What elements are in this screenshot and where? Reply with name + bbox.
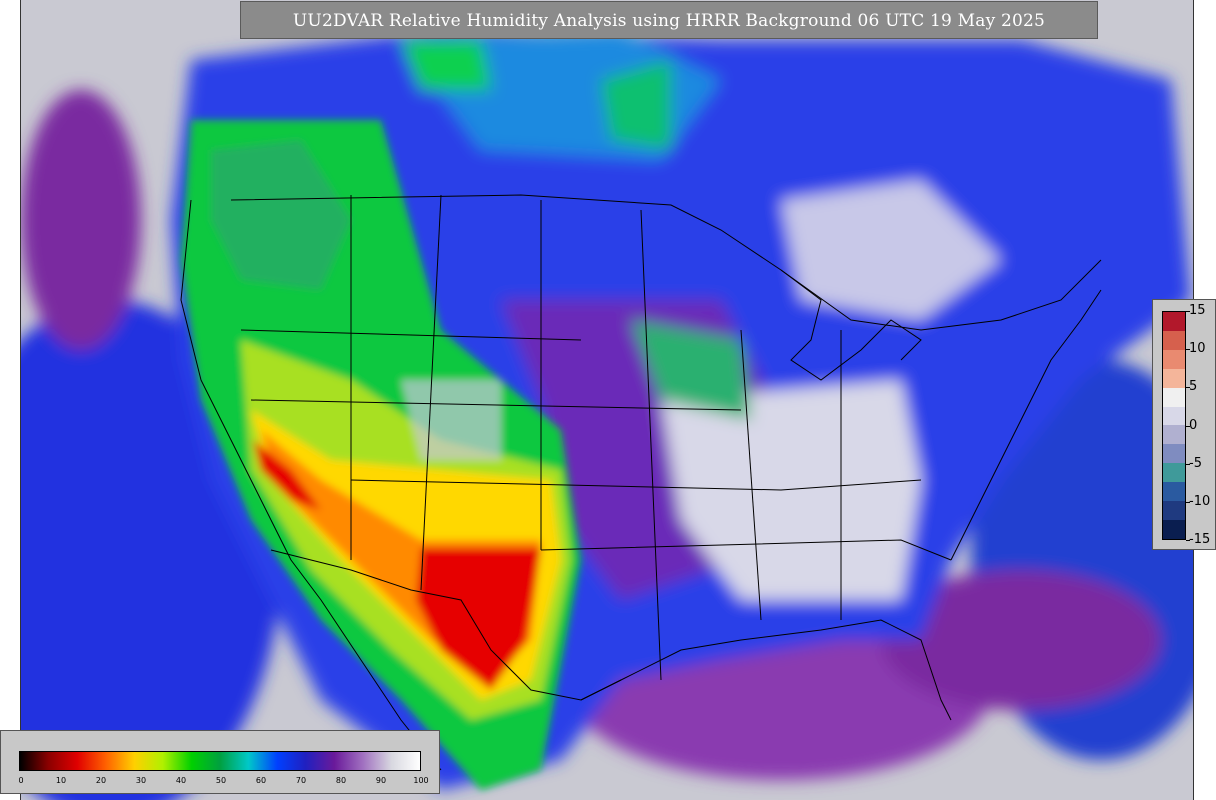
analysis-tick-label: 70 bbox=[295, 776, 307, 785]
increment-swatch bbox=[1163, 368, 1185, 388]
increment-tick-label: -15 bbox=[1189, 532, 1211, 547]
analysis-tick-label: 20 bbox=[95, 776, 107, 785]
increment-swatch bbox=[1163, 425, 1185, 445]
analysis-tick-label: 30 bbox=[135, 776, 147, 785]
increment-swatch bbox=[1163, 519, 1185, 539]
humidity-map bbox=[20, 0, 1194, 800]
increment-tick bbox=[1186, 540, 1190, 541]
analysis-tick-label: 50 bbox=[215, 776, 227, 785]
analysis-tick-label: 40 bbox=[175, 776, 187, 785]
analysis-tick-label: 90 bbox=[375, 776, 387, 785]
analysis-tick-label: 100 bbox=[413, 776, 429, 785]
analysis-tick-label: 10 bbox=[55, 776, 67, 785]
increment-tick-label: 15 bbox=[1189, 303, 1206, 318]
analysis-tick-label: 0 bbox=[18, 776, 24, 785]
increment-swatch bbox=[1163, 444, 1185, 464]
analysis-colorbar: 0 10 20 30 40 50 60 70 80 90 100 bbox=[0, 730, 440, 794]
increment-colorbar: 15 10 5 0 -5 -10 -15 bbox=[1152, 299, 1216, 550]
increment-swatch bbox=[1163, 463, 1185, 483]
increment-swatch bbox=[1163, 312, 1185, 331]
increment-swatch bbox=[1163, 406, 1185, 426]
analysis-tick-label: 80 bbox=[335, 776, 347, 785]
pacific-purple bbox=[21, 90, 141, 350]
increment-colorbar-swatches bbox=[1162, 311, 1186, 540]
increment-tick-label: 5 bbox=[1189, 379, 1198, 395]
increment-swatch bbox=[1163, 501, 1185, 520]
increment-tick bbox=[1186, 501, 1190, 503]
increment-tick-label: 0 bbox=[1189, 417, 1198, 433]
increment-tick-label: -10 bbox=[1189, 493, 1211, 509]
increment-tick-label: 10 bbox=[1189, 341, 1206, 357]
increment-swatch bbox=[1163, 330, 1185, 350]
analysis-colorbar-swatches bbox=[19, 751, 421, 771]
map-title: UU2DVAR Relative Humidity Analysis using… bbox=[240, 1, 1098, 39]
increment-tick bbox=[1186, 349, 1190, 351]
analysis-tick-label: 60 bbox=[255, 776, 267, 785]
map-canvas bbox=[21, 0, 1193, 800]
increment-swatch bbox=[1163, 482, 1185, 502]
increment-tick bbox=[1186, 425, 1190, 427]
increment-swatch bbox=[1163, 387, 1185, 407]
increment-tick bbox=[1186, 387, 1190, 389]
increment-swatch bbox=[1163, 349, 1185, 369]
increment-tick-label: -5 bbox=[1189, 455, 1202, 471]
increment-tick bbox=[1186, 463, 1190, 465]
increment-tick bbox=[1186, 311, 1190, 312]
